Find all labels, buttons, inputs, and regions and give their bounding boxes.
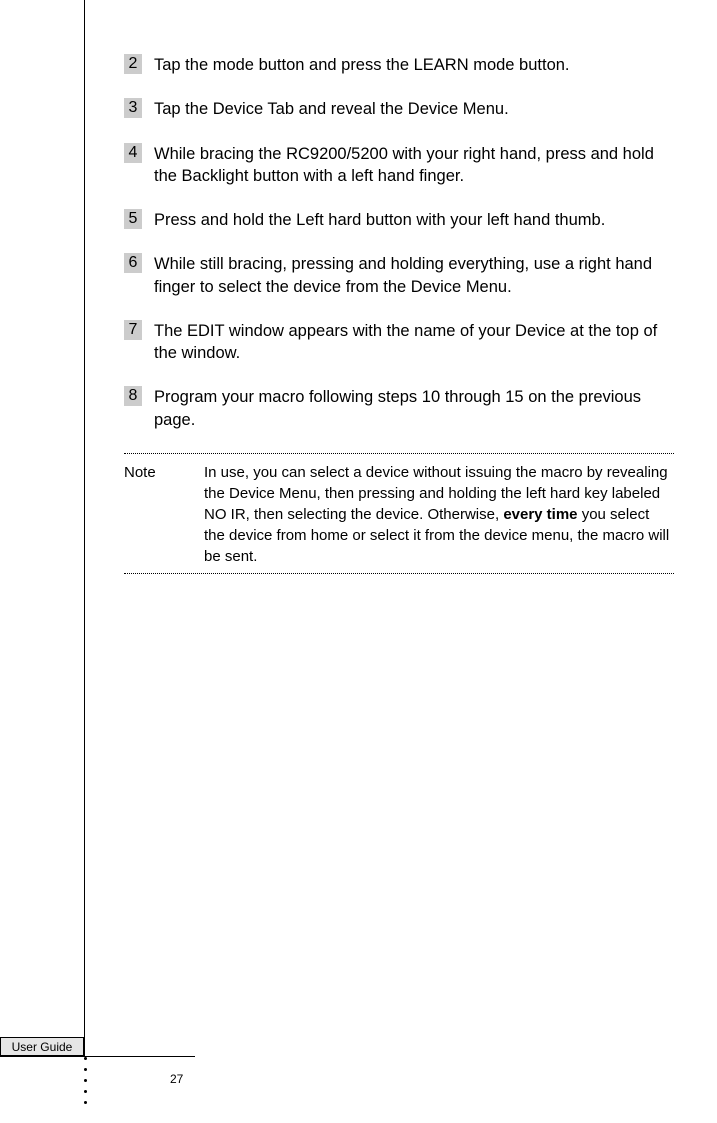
step-text: Tap the Device Tab and reveal the Device… — [154, 98, 509, 120]
step-number: 2 — [124, 54, 142, 74]
step-item: 3 Tap the Device Tab and reveal the Devi… — [124, 98, 674, 120]
step-number: 7 — [124, 320, 142, 340]
step-item: 7 The EDIT window appears with the name … — [124, 320, 674, 365]
step-text: Tap the mode button and press the LEARN … — [154, 54, 570, 76]
step-number: 3 — [124, 98, 142, 118]
footer-line — [0, 1056, 195, 1057]
dot-icon — [84, 1068, 87, 1071]
step-text: Press and hold the Left hard button with… — [154, 209, 605, 231]
step-text: While still bracing, pressing and holdin… — [154, 253, 674, 298]
content-area: 2 Tap the mode button and press the LEAR… — [124, 54, 674, 582]
note-label: Note — [124, 462, 204, 483]
note-text: In use, you can select a device without … — [204, 462, 674, 567]
step-number: 6 — [124, 253, 142, 273]
note-separator — [124, 573, 674, 574]
dot-icon — [84, 1101, 87, 1104]
step-number: 5 — [124, 209, 142, 229]
footer-dots — [84, 1057, 87, 1104]
footer-tab: User Guide — [0, 1037, 84, 1056]
step-item: 2 Tap the mode button and press the LEAR… — [124, 54, 674, 76]
step-text: Program your macro following steps 10 th… — [154, 386, 674, 431]
vertical-rule — [84, 0, 85, 1056]
step-item: 4 While bracing the RC9200/5200 with you… — [124, 143, 674, 188]
step-text: While bracing the RC9200/5200 with your … — [154, 143, 674, 188]
dot-icon — [84, 1057, 87, 1060]
step-number: 8 — [124, 386, 142, 406]
page-number: 27 — [170, 1072, 183, 1086]
note-block: Note In use, you can select a device wit… — [124, 462, 674, 567]
step-item: 5 Press and hold the Left hard button wi… — [124, 209, 674, 231]
step-item: 8 Program your macro following steps 10 … — [124, 386, 674, 431]
step-item: 6 While still bracing, pressing and hold… — [124, 253, 674, 298]
dot-icon — [84, 1079, 87, 1082]
step-text: The EDIT window appears with the name of… — [154, 320, 674, 365]
note-separator — [124, 453, 674, 454]
dot-icon — [84, 1090, 87, 1093]
note-text-bold: every time — [503, 506, 577, 523]
step-number: 4 — [124, 143, 142, 163]
